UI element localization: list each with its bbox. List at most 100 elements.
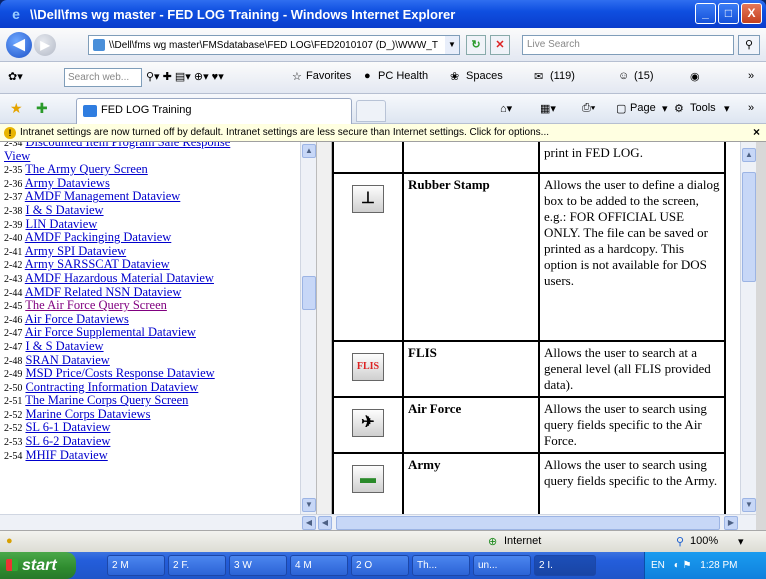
information-bar[interactable]: ! Intranet settings are now turned off b… — [0, 124, 766, 142]
flis-icon[interactable]: FLIS — [352, 353, 384, 381]
toc-item-number: 2-42 — [4, 260, 23, 272]
tank-icon[interactable]: ▬ — [352, 465, 384, 493]
msn-icon[interactable]: ✿▾ — [8, 70, 23, 83]
favorites-center-icon[interactable]: ★ — [10, 100, 23, 117]
tab-fed-log-training[interactable]: FED LOG Training — [76, 98, 352, 124]
frame-divider[interactable] — [316, 142, 332, 514]
toc-link[interactable]: Contracting Information Dataview — [25, 380, 198, 394]
toc-link[interactable]: Discounted Item Program Sale Response — [25, 142, 230, 149]
taskbar-button[interactable]: un... — [473, 555, 531, 576]
toolbar-search-icon[interactable]: ⚲▾ ✚ ▤▾ ⊕▾ ♥▾ — [146, 70, 224, 83]
chevron-more-icon[interactable]: » — [748, 102, 754, 114]
toc-scrollbar[interactable]: ▲ ▼ — [300, 142, 316, 514]
taskbar-button[interactable]: 3 W — [229, 555, 287, 576]
toc-link[interactable]: Army SPI Dataview — [25, 244, 126, 258]
feeds-icon[interactable]: ▦▾ — [540, 102, 556, 115]
toc-link[interactable]: Army SARSSCAT Dataview — [25, 257, 170, 272]
toc-link[interactable]: Marine Corps Dataviews — [25, 407, 150, 421]
airplane-icon[interactable]: ✈ — [352, 409, 384, 437]
toc-link[interactable]: I & S Dataview — [25, 203, 103, 217]
zoom-level[interactable]: 100% — [690, 535, 718, 547]
taskbar-button[interactable]: 2 M — [107, 555, 165, 576]
toc-link[interactable]: View — [4, 149, 30, 163]
toc-link[interactable]: AMDF Packinging Dataview — [25, 230, 172, 244]
content-frame: allows the user to choose how to print i… — [332, 142, 740, 514]
stop-icon[interactable]: ✕ — [490, 35, 510, 55]
home-icon[interactable]: ⌂▾ — [500, 102, 512, 115]
web-search-input[interactable]: Search web... — [64, 68, 142, 87]
toc-link[interactable]: AMDF Hazardous Material Dataview — [25, 271, 214, 285]
start-label: start — [22, 557, 57, 574]
pc-health-link[interactable]: PC Health — [378, 70, 428, 82]
tabs-toolbar: ★ ✚ FED LOG Training ⌂▾ ▦▾ ⎙▾ ▢ Page ▾ ⚙… — [0, 94, 766, 124]
toc-link[interactable]: The Marine Corps Query Screen — [25, 393, 188, 407]
scroll-down-icon[interactable]: ▼ — [302, 498, 316, 512]
tray-icons[interactable]: ◐ ⚑ — [674, 560, 692, 571]
taskbar-button[interactable]: 2 F. — [168, 555, 226, 576]
refresh-icon[interactable]: ↻ — [466, 35, 486, 55]
toc-link[interactable]: Air Force Supplemental Dataview — [25, 325, 196, 340]
toc-link[interactable]: AMDF Related NSN Dataview — [25, 285, 182, 299]
content-scroll-thumb[interactable] — [742, 172, 756, 282]
chevron-more-icon[interactable]: » — [748, 70, 754, 82]
address-dropdown-icon[interactable]: ▼ — [445, 36, 459, 54]
maximize-button[interactable]: □ — [718, 3, 739, 24]
horizontal-scrollbar[interactable]: ◀ ◀ ▶ — [0, 514, 756, 530]
forward-button[interactable]: ▶ — [34, 33, 56, 56]
warning-icon: ! — [4, 127, 16, 139]
toc-link[interactable]: MHIF Dataview — [25, 448, 107, 462]
title-bar: e \\Dell\fms wg master - FED LOG Trainin… — [0, 0, 766, 28]
page-menu[interactable]: Page — [630, 102, 656, 114]
scroll-down-icon[interactable]: ▼ — [742, 498, 756, 512]
search-icon[interactable]: ⚲ — [738, 35, 760, 55]
taskbar-button[interactable]: Th... — [412, 555, 470, 576]
toc-link[interactable]: Air Force Dataviews — [25, 312, 129, 326]
toc-link[interactable]: SL 6-1 Dataview — [25, 420, 110, 435]
pc-health-icon: ● — [364, 70, 371, 82]
scroll-left-icon[interactable]: ◀ — [318, 516, 332, 530]
favorites-link[interactable]: Favorites — [306, 70, 351, 82]
command-icon-cell — [332, 142, 404, 174]
new-tab-button[interactable] — [356, 100, 386, 122]
toc-link[interactable]: LIN Dataview — [25, 217, 97, 231]
content-scrollbar[interactable]: ▲ ▼ — [740, 142, 756, 514]
toc-scroll-thumb[interactable] — [302, 276, 316, 310]
taskbar-button[interactable]: 2 I. — [534, 555, 596, 576]
help-icon[interactable]: ◉ — [690, 70, 700, 83]
information-bar-close-icon[interactable]: × — [753, 124, 760, 141]
toc-item-number: 2-50 — [4, 382, 23, 394]
mail-count[interactable]: (119) — [550, 70, 575, 82]
taskbar-button[interactable]: 4 M — [290, 555, 348, 576]
command-row: FLIS FLIS Allows the user to search at a g… — [332, 340, 726, 398]
scroll-up-icon[interactable]: ▲ — [742, 148, 756, 162]
language-indicator[interactable]: EN — [651, 560, 665, 571]
toc-link[interactable]: MSD Price/Costs Response Dataview — [25, 366, 214, 380]
toc-item: 2-46 Air Force Dataviews — [4, 312, 300, 327]
spaces-link[interactable]: Spaces — [466, 70, 503, 82]
scroll-right-icon[interactable]: ▶ — [724, 516, 738, 530]
tools-menu[interactable]: Tools — [690, 102, 716, 114]
stamp-icon[interactable]: ⊥ — [352, 185, 384, 213]
status-warning-icon: ● — [6, 535, 13, 547]
people-count[interactable]: (15) — [634, 70, 654, 82]
horizontal-scroll-thumb[interactable] — [336, 516, 720, 530]
toc-link[interactable]: I & S Dataview — [25, 339, 103, 353]
toc-link[interactable]: The Army Query Screen — [25, 162, 148, 176]
print-icon[interactable]: ⎙▾ — [582, 102, 595, 115]
toc-link[interactable]: SRAN Dataview — [25, 353, 109, 367]
address-bar[interactable]: \\Dell\fms wg master\FMSdatabase\FED LOG… — [88, 35, 460, 55]
toc-link[interactable]: Army Dataviews — [25, 176, 110, 190]
live-search-input[interactable]: Live Search — [522, 35, 734, 55]
start-button[interactable]: start — [0, 552, 76, 579]
back-button[interactable]: ◀ — [6, 31, 32, 58]
minimize-button[interactable]: _ — [695, 3, 716, 24]
zoom-chevron-icon[interactable]: ▾ — [738, 535, 744, 548]
add-favorite-icon[interactable]: ✚ — [36, 100, 48, 117]
scroll-up-icon[interactable]: ▲ — [302, 144, 316, 158]
taskbar-button[interactable]: 2 O — [351, 555, 409, 576]
toc-link[interactable]: The Air Force Query Screen — [25, 298, 167, 312]
scroll-left-icon[interactable]: ◀ — [302, 516, 316, 530]
close-button[interactable]: X — [741, 3, 762, 24]
toc-link[interactable]: SL 6-2 Dataview — [25, 434, 110, 448]
toc-link[interactable]: AMDF Management Dataview — [25, 189, 181, 204]
